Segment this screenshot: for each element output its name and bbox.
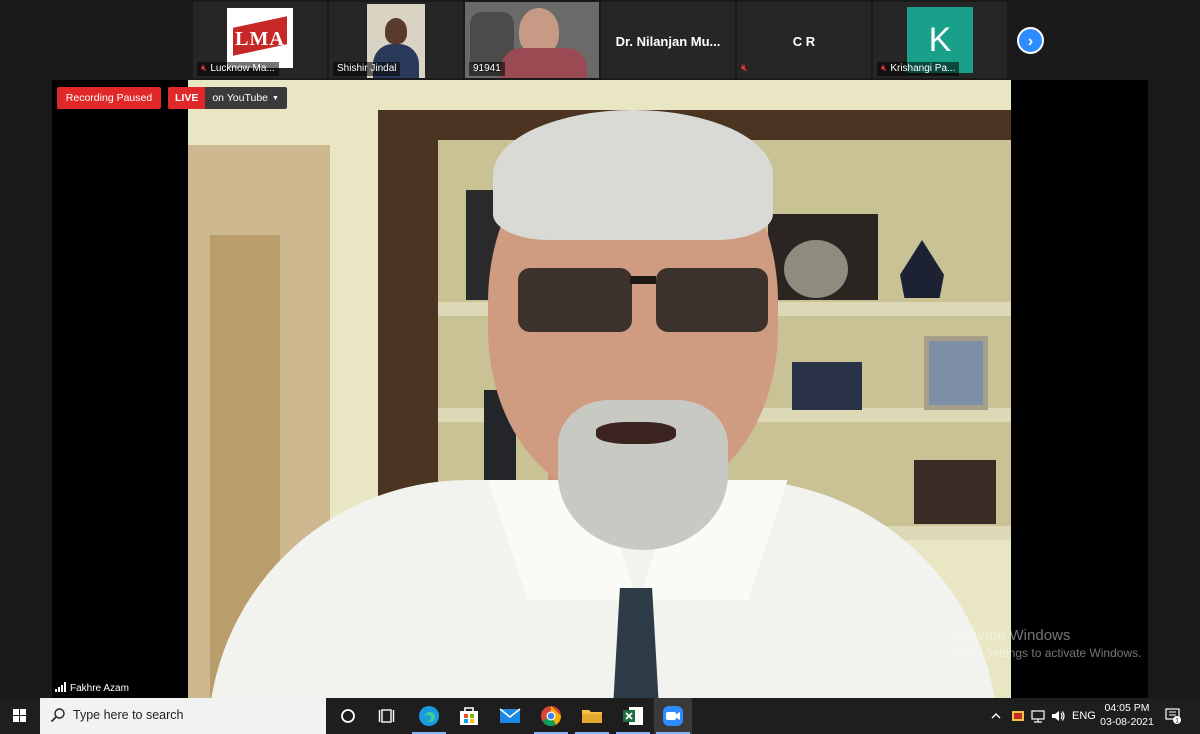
participant-name-text: Lucknow Ma... [210,63,275,74]
clock-time: 04:05 PM [1104,702,1150,714]
lma-logo-text: LMA [235,28,285,50]
live-destination-label: on YouTube [212,92,269,104]
participant-strip: LMA 🔇︎ Lucknow Ma... Shishir Jindal 91941… [0,0,1200,80]
participant-tile-cr[interactable]: C R 🔇︎ [737,2,871,78]
speaker-video-frame [188,80,1011,698]
live-destination-dropdown[interactable]: on YouTube ▼ [205,87,287,109]
volume-icon[interactable] [1050,708,1066,724]
watermark-title: Activate Windows [952,627,1071,644]
speaker-name-text: Fakhre Azam [70,683,129,694]
chevron-down-icon: ▼ [272,95,279,102]
windows-taskbar: Type here to search ENG 04:05 PM 03-08-2… [0,698,1200,734]
store-icon[interactable] [457,704,481,728]
mic-muted-icon: 🔇︎ [741,62,748,74]
participant-name: Shishir Jindal [333,62,401,76]
speaker-name-label: Fakhre Azam [52,682,134,696]
participant-tile-krishangi[interactable]: K 🔇︎ Krishangi Pa... [873,2,1007,78]
zoom-taskbar-button[interactable] [654,698,692,734]
start-button[interactable] [0,698,40,734]
language-indicator[interactable]: ENG [1072,698,1096,734]
search-icon [50,708,65,723]
participant-display-name: C R [792,34,816,49]
live-badge: LIVE [168,87,206,109]
search-placeholder: Type here to search [73,708,184,722]
participant-display-name: Dr. Nilanjan Mu... [615,34,721,49]
file-explorer-icon[interactable] [580,704,604,728]
security-shield-icon[interactable] [1010,708,1026,724]
participant-tile-91941[interactable]: 91941 [465,2,599,78]
signal-strength-icon [55,682,66,692]
watermark-subtitle: Go to Settings to activate Windows. [952,646,1142,660]
participant-name: 🔇︎ Krishangi Pa... [877,62,960,76]
active-speaker-video: Recording Paused LIVE on YouTube ▼ Fakhre… [52,80,1148,698]
taskbar-search-box[interactable]: Type here to search [40,698,326,734]
network-icon[interactable] [1030,708,1046,724]
mail-icon[interactable] [498,704,522,728]
lma-logo: LMA [227,8,293,68]
live-stream-control[interactable]: LIVE on YouTube ▼ [168,87,287,109]
notification-icon[interactable]: 1 [1164,706,1182,724]
chrome-icon[interactable] [539,704,563,728]
recording-status-badge[interactable]: Recording Paused [57,87,161,109]
participant-tile-lucknow[interactable]: LMA 🔇︎ Lucknow Ma... [193,2,327,78]
clock-date: 03-08-2021 [1100,716,1154,728]
participant-tile-nilanjan[interactable]: Dr. Nilanjan Mu... [601,2,735,78]
participant-name-text: Krishangi Pa... [890,63,956,74]
excel-icon[interactable] [621,704,645,728]
mic-muted-icon: 🔇︎ [201,63,208,74]
participant-tile-shishir[interactable]: Shishir Jindal [329,2,463,78]
chevron-up-icon[interactable] [990,710,1002,722]
chevron-right-icon[interactable]: › [1017,27,1044,54]
windows-logo-icon [13,709,26,722]
mic-muted-icon: 🔇︎ [881,63,888,74]
edge-icon[interactable] [417,704,441,728]
participant-name: 91941 [469,62,505,76]
taskbar-clock[interactable]: 04:05 PM 03-08-2021 [1096,701,1158,729]
participant-name: 🔇︎ Lucknow Ma... [197,62,279,76]
activate-windows-watermark: Activate Windows Go to Settings to activ… [952,627,1141,660]
cortana-icon[interactable] [336,704,360,728]
zoom-icon [663,706,683,726]
task-view-icon[interactable] [376,704,400,728]
